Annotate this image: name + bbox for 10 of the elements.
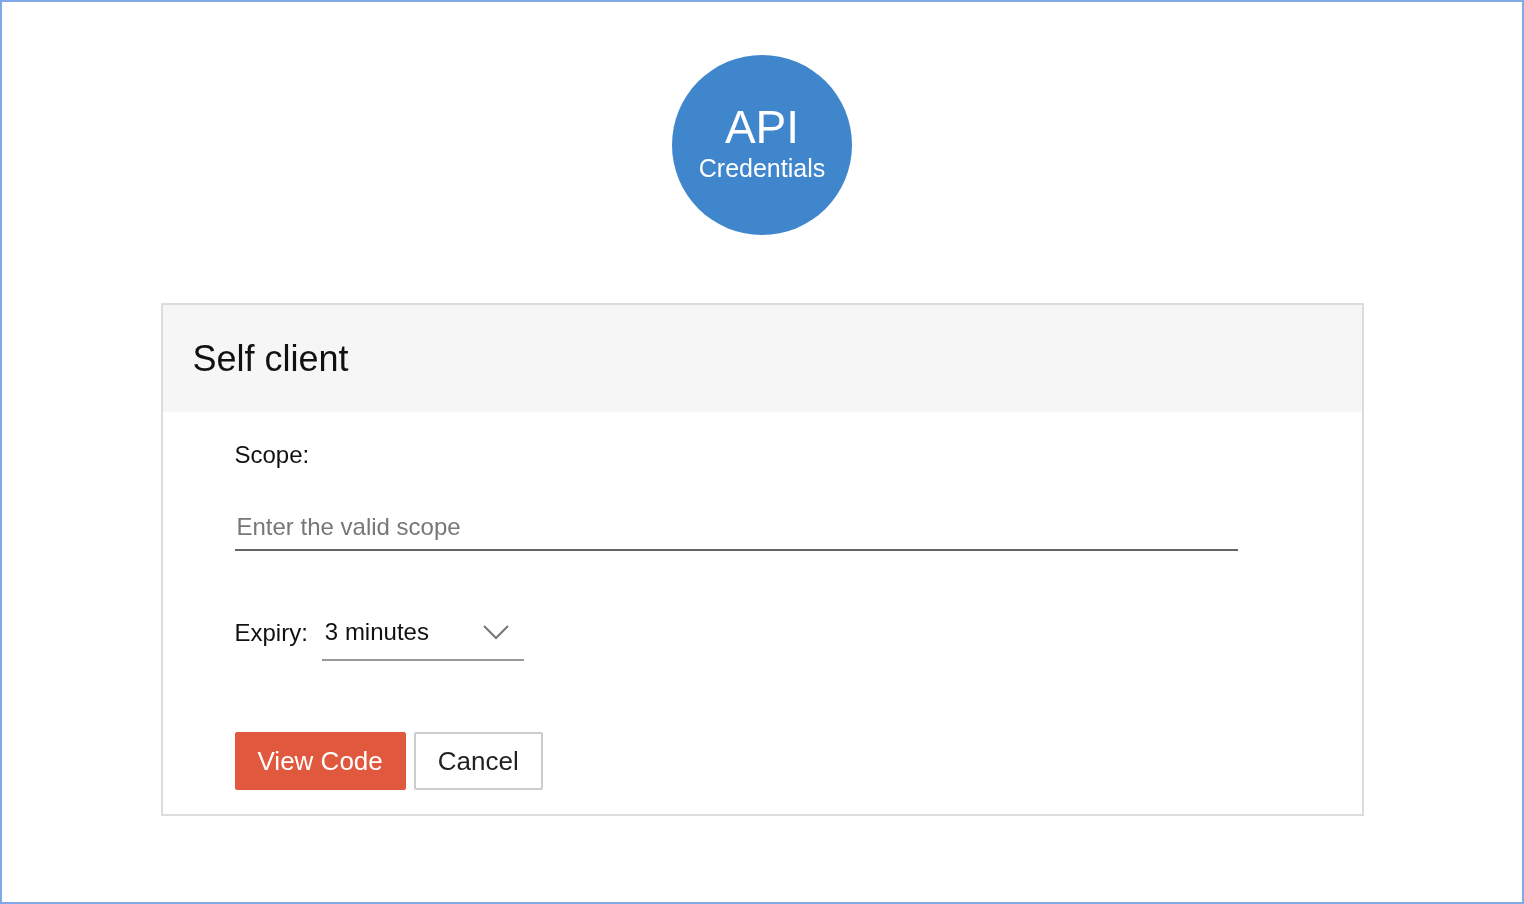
card-title: Self client: [192, 337, 349, 380]
logo-title: API: [724, 101, 800, 153]
expiry-dropdown[interactable]: 3 minutes: [321, 605, 524, 661]
view-code-button[interactable]: View Code: [234, 732, 406, 790]
chevron-down-icon: [481, 624, 510, 640]
scope-label: Scope:: [234, 440, 311, 470]
expiry-label: Expiry:: [234, 619, 308, 647]
scope-input-field[interactable]: Enter the valid scope: [234, 504, 1238, 551]
cancel-button[interactable]: Cancel: [413, 732, 543, 790]
logo-subtitle: Credentials: [698, 153, 826, 183]
